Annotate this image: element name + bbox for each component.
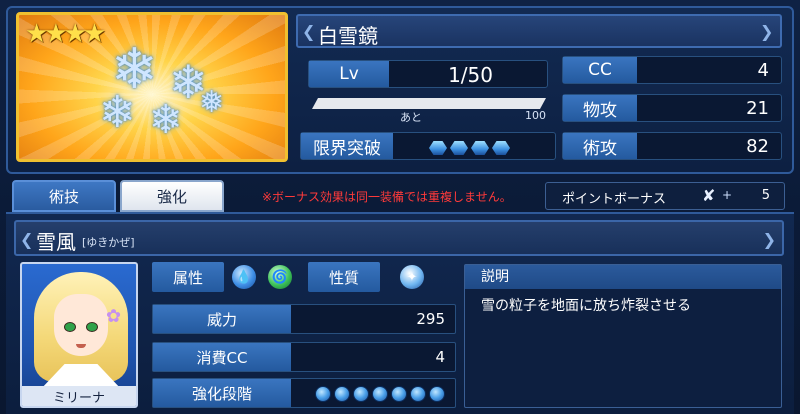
equipment-detail-screen: ❄ ❄ ❄ ❄ ❅ ★★★★ ❮ 白雪鏡 ❯ Lv 1/50 あと 100 限界… (0, 0, 800, 414)
chevron-left-icon: ❮ (302, 22, 316, 41)
snowflake-icon: ❄ (149, 97, 183, 143)
level-label: Lv (309, 61, 389, 87)
limit-break-label: 限界突破 (301, 133, 393, 159)
point-bonus-box: ポイントボーナス ✘ + 5 (545, 182, 785, 210)
stat-cc-value: 4 (757, 60, 769, 81)
limit-break-row: 限界突破 (300, 132, 556, 160)
equipment-name: 白雪鏡 (318, 24, 378, 48)
power-row: 威力 295 (152, 304, 456, 334)
cost-row: 消費CC 4 (152, 342, 456, 372)
limit-break-gem-icon (492, 141, 510, 155)
stat-arte-attack-value: 82 (746, 136, 769, 157)
enhance-label: 強化段階 (153, 379, 291, 407)
power-value: 295 (416, 310, 445, 328)
point-bonus-label: ポイントボーナス (562, 192, 667, 207)
point-bonus-plus: + (722, 188, 733, 202)
stat-cc-label: CC (563, 57, 637, 83)
enhance-circle-icon (410, 386, 426, 402)
equipment-card-art: ❄ ❄ ❄ ❄ ❅ ★★★★ (16, 12, 288, 162)
cost-label: 消費CC (153, 343, 291, 371)
power-label: 威力 (153, 305, 291, 333)
stat-arte-attack-row: 術攻 82 (562, 132, 782, 160)
limit-break-gem-icon (450, 141, 468, 155)
wind-element-icon: 🌀 (268, 265, 292, 289)
enhance-circle-icon (372, 386, 388, 402)
skill-reading: [ゆきかぜ] (82, 236, 135, 249)
stat-physical-attack-label: 物攻 (563, 95, 637, 121)
description-text: 雪の粒子を地面に放ち炸裂させる (481, 298, 691, 314)
chevron-left-icon: ❮ (20, 230, 34, 249)
skill-name: 雪風 (36, 230, 76, 254)
equipment-name-bar: ❮ 白雪鏡 ❯ (296, 14, 782, 48)
attribute-row: 属性 💧 🌀 (152, 262, 302, 292)
limit-break-gems (429, 140, 513, 159)
description-label: 説明 (465, 265, 781, 289)
level-value: 1/50 (448, 63, 493, 87)
description-box: 説明 雪の粒子を地面に放ち炸裂させる (464, 264, 782, 408)
tab-arte[interactable]: 術技 (12, 180, 116, 212)
stat-cc-row: CC 4 (562, 56, 782, 84)
xp-max-value: 100 (525, 109, 546, 122)
chevron-right-icon: ❯ (760, 22, 774, 41)
character-name: ミリーナ (22, 386, 136, 406)
bonus-x-icon: ✘ (702, 186, 716, 205)
flower-icon: ✿ (106, 306, 122, 327)
enhance-circle-icon (429, 386, 445, 402)
enhance-circle-icon (334, 386, 350, 402)
enhance-row: 強化段階 (152, 378, 456, 408)
attribute-label: 属性 (152, 262, 224, 292)
xp-track (312, 98, 546, 109)
cost-value: 4 (435, 348, 445, 366)
property-label: 性質 (308, 262, 380, 292)
snowflake-icon: ❅ (199, 85, 225, 120)
enhance-level-circles (315, 386, 448, 406)
skill-name-bar: ❮ 雪風 [ゆきかぜ] ❯ (14, 220, 784, 256)
bonus-notice: ※ボーナス効果は同一装備では重複しません。 (262, 190, 512, 204)
snowflake-icon: ❄ (99, 87, 136, 138)
limit-break-gem-icon (429, 141, 447, 155)
xp-bar: あと 100 (308, 96, 548, 124)
stat-physical-attack-row: 物攻 21 (562, 94, 782, 122)
enhance-circle-icon (391, 386, 407, 402)
point-bonus-value: 5 (761, 188, 770, 203)
level-row: Lv 1/50 (308, 60, 548, 88)
property-row: 性質 ✦ (308, 262, 458, 292)
stat-physical-attack-value: 21 (746, 98, 769, 119)
enhance-circle-icon (353, 386, 369, 402)
water-element-icon: 💧 (232, 265, 256, 289)
rarity-stars: ★★★★ (25, 19, 106, 49)
character-portrait: ✿ ミリーナ (20, 262, 138, 408)
chevron-right-icon: ❯ (762, 230, 776, 249)
xp-remaining-label: あと (400, 111, 422, 124)
stat-arte-attack-label: 術攻 (563, 133, 637, 159)
tab-enhance[interactable]: 強化 (120, 180, 224, 212)
enhance-circle-icon (315, 386, 331, 402)
limit-break-gem-icon (471, 141, 489, 155)
property-icon: ✦ (400, 265, 424, 289)
